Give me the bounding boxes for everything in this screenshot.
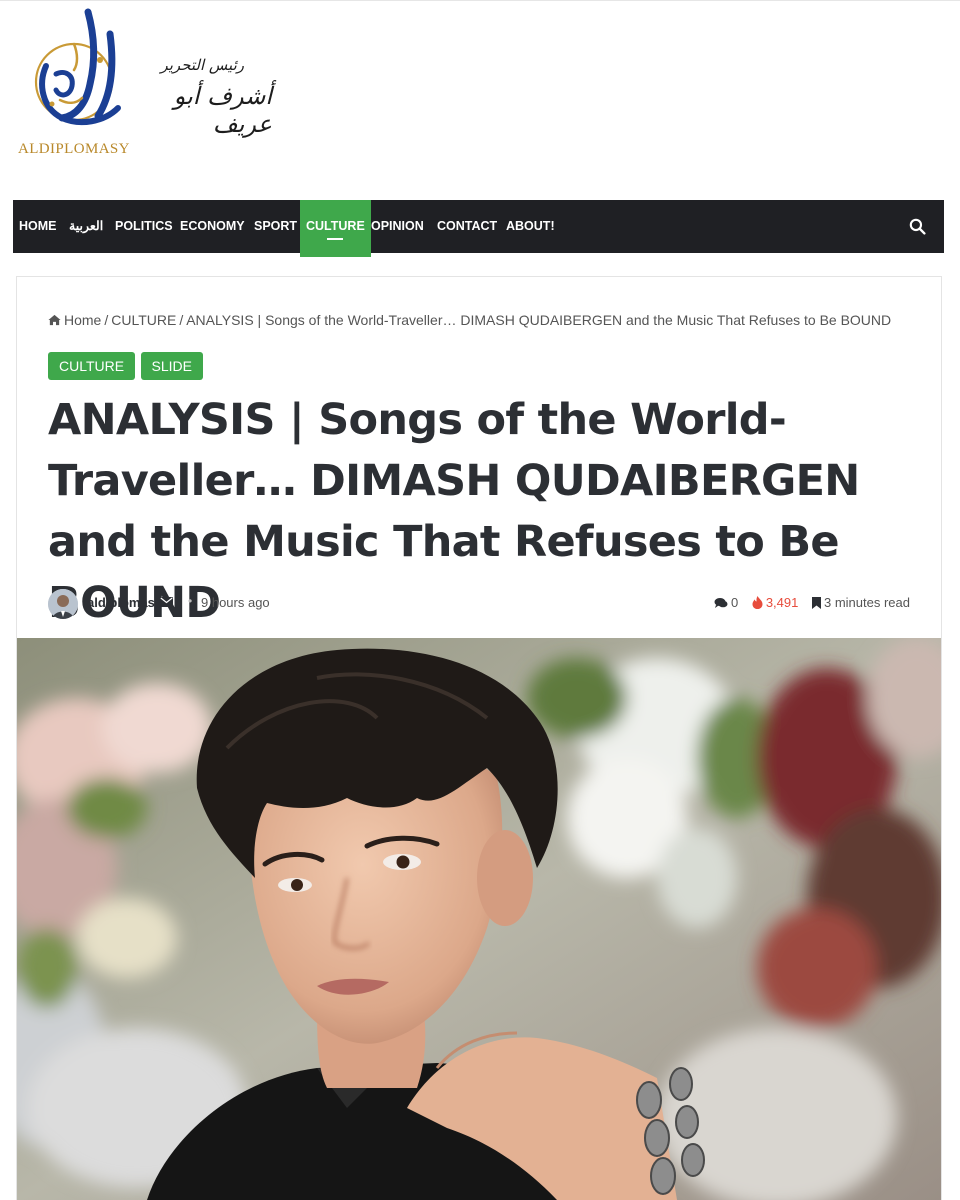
comments-value: 0: [730, 595, 739, 610]
category-tag-culture[interactable]: CULTURE: [48, 352, 136, 380]
envelope-icon[interactable]: [160, 597, 173, 607]
editor-name: أشرف أبو عريف: [173, 82, 272, 138]
views-count: 3,491: [752, 595, 799, 610]
breadcrumb-separator: /: [179, 312, 184, 328]
search-icon[interactable]: [909, 218, 926, 235]
editor-in-chief: رئيس التحرير أشرف أبو عريف: [140, 56, 272, 138]
home-icon: [48, 314, 61, 326]
views-value: 3,491: [765, 595, 799, 610]
portrait-photo: [17, 638, 941, 1200]
nav-item-about[interactable]: ABOUT!: [500, 200, 561, 253]
post-meta: aldiplomasy • 9 hours ago 0 3,491 3 minu…: [48, 588, 910, 619]
breadcrumb-home[interactable]: Home: [64, 312, 101, 328]
nav-item-home[interactable]: HOME: [13, 200, 63, 253]
meta-dot: •: [188, 594, 193, 608]
avatar-image: [48, 589, 78, 619]
post-stats: 0 3,491 3 minutes read: [704, 595, 910, 610]
nav-item-contact[interactable]: CONTACT: [431, 200, 503, 253]
editor-role: رئيس التحرير: [160, 56, 244, 74]
category-tag-slide[interactable]: SLIDE: [140, 352, 203, 380]
reading-time: 3 minutes read: [812, 595, 910, 610]
nav-item-sport[interactable]: SPORT: [248, 200, 303, 253]
post-date: 9 hours ago: [201, 595, 270, 610]
post-categories: CULTURE SLIDE: [48, 352, 204, 380]
comment-icon: [714, 598, 728, 608]
nav-item-culture[interactable]: CULTURE: [300, 200, 371, 257]
fire-icon: [752, 596, 763, 609]
comments-count[interactable]: 0: [714, 595, 738, 610]
breadcrumb-current: ANALYSIS | Songs of the World-Traveller……: [186, 312, 892, 328]
nav-item-politics[interactable]: POLITICS: [109, 200, 179, 253]
nav-item-economy[interactable]: ECONOMY: [174, 200, 251, 253]
logo-wordmark: ALDIPLOMASY: [18, 141, 130, 157]
bookmark-icon: [812, 597, 821, 609]
reading-time-value: 3 minutes read: [824, 595, 910, 610]
author-avatar[interactable]: [48, 589, 78, 619]
site-header: ALDIPLOMASY رئيس التحرير أشرف أبو عريف: [0, 0, 960, 200]
nav-item-opinion[interactable]: OPINION: [365, 200, 430, 253]
breadcrumb-section[interactable]: CULTURE: [111, 312, 176, 328]
breadcrumb: Home / CULTURE / ANALYSIS | Songs of the Wor…: [48, 312, 891, 328]
main-nav: HOME العربية POLITICS ECONOMY SPORT CULT…: [13, 200, 944, 257]
nav-item-arabic[interactable]: العربية: [63, 200, 109, 253]
site-logo[interactable]: [16, 4, 136, 164]
author-name[interactable]: aldiplomasy: [87, 595, 162, 610]
featured-image[interactable]: [17, 638, 941, 1200]
breadcrumb-separator: /: [104, 312, 109, 328]
